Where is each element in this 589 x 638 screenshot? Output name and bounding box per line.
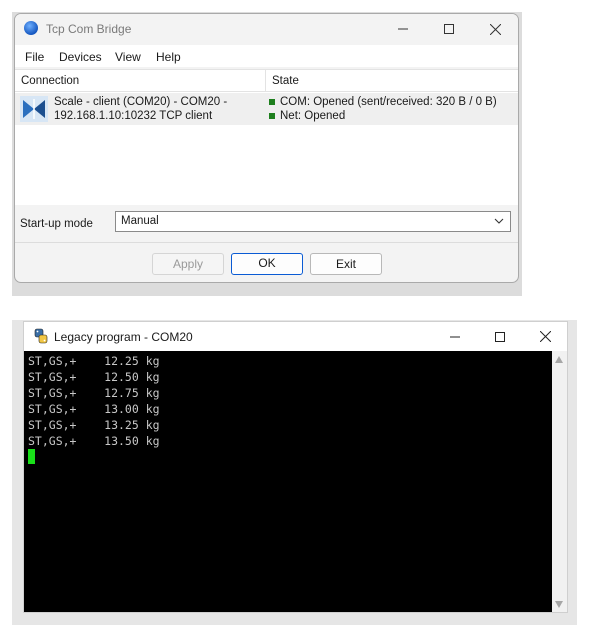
connection-address: 192.168.1.10:10232 TCP client (54, 110, 213, 122)
text-cursor (28, 449, 35, 464)
python-app-icon (34, 328, 48, 344)
startup-mode-label: Start-up mode (20, 218, 93, 230)
apply-button[interactable]: Apply (152, 253, 224, 275)
column-connection[interactable]: Connection (21, 75, 79, 87)
com-state: COM: Opened (sent/received: 320 B / 0 B) (280, 96, 497, 108)
menu-bar: File Devices View Help (15, 45, 518, 67)
menu-help[interactable]: Help (156, 50, 181, 64)
connection-row[interactable]: Scale - client (COM20) - COM20 - 192.168… (15, 93, 518, 125)
column-state[interactable]: State (272, 75, 299, 87)
minimize-button[interactable] (380, 14, 426, 44)
net-state: Net: Opened (280, 110, 346, 122)
scroll-down-arrow-icon[interactable] (555, 601, 563, 608)
window-title: Tcp Com Bridge (46, 22, 132, 36)
maximize-icon (495, 331, 505, 342)
legacy-minimize-button[interactable] (432, 322, 478, 351)
startup-mode-select[interactable]: Manual (115, 211, 511, 232)
minimize-icon (398, 28, 408, 30)
startup-mode-value: Manual (121, 215, 159, 227)
close-icon (489, 23, 501, 35)
console-line: ST,GS,+ 13.50 kg (28, 434, 160, 448)
scroll-up-arrow-icon[interactable] (555, 356, 563, 363)
menu-file[interactable]: File (25, 50, 44, 64)
title-bar[interactable]: Tcp Com Bridge (15, 14, 518, 44)
menu-devices[interactable]: Devices (59, 50, 102, 64)
app-globe-icon (24, 21, 38, 35)
column-separator[interactable] (265, 70, 266, 91)
maximize-icon (444, 24, 454, 34)
connection-list[interactable]: Connection State Scale - client (COM20) … (15, 69, 518, 205)
console-line: ST,GS,+ 12.75 kg (28, 386, 160, 400)
bridge-connection-icon (20, 96, 48, 122)
exit-button[interactable]: Exit (310, 253, 382, 275)
ok-button[interactable]: OK (231, 253, 303, 275)
console-line: ST,GS,+ 13.00 kg (28, 402, 160, 416)
minimize-icon (450, 336, 460, 337)
console-line: ST,GS,+ 12.25 kg (28, 354, 160, 368)
connection-name: Scale - client (COM20) - COM20 - (54, 96, 228, 108)
console-line: ST,GS,+ 12.50 kg (28, 370, 160, 384)
menu-view[interactable]: View (115, 50, 141, 64)
legacy-maximize-button[interactable] (477, 322, 523, 351)
chevron-down-icon (494, 218, 504, 224)
close-icon (539, 331, 551, 342)
legacy-program-window: Legacy program - COM20 ST,GS,+ 12.25 kg … (23, 321, 568, 613)
tcp-com-bridge-window: Tcp Com Bridge File Devices View Help Co… (14, 13, 519, 283)
legacy-window-title: Legacy program - COM20 (54, 330, 193, 344)
list-header: Connection State (15, 70, 518, 92)
legacy-title-bar[interactable]: Legacy program - COM20 (24, 322, 567, 351)
maximize-button[interactable] (426, 14, 472, 44)
divider (15, 242, 518, 243)
console-output[interactable]: ST,GS,+ 12.25 kg ST,GS,+ 12.50 kg ST,GS,… (24, 351, 552, 612)
vertical-scrollbar[interactable] (552, 351, 567, 612)
legacy-close-button[interactable] (522, 322, 567, 351)
close-button[interactable] (472, 14, 518, 44)
net-status-icon (269, 113, 275, 119)
com-status-icon (269, 99, 275, 105)
console-line: ST,GS,+ 13.25 kg (28, 418, 160, 432)
